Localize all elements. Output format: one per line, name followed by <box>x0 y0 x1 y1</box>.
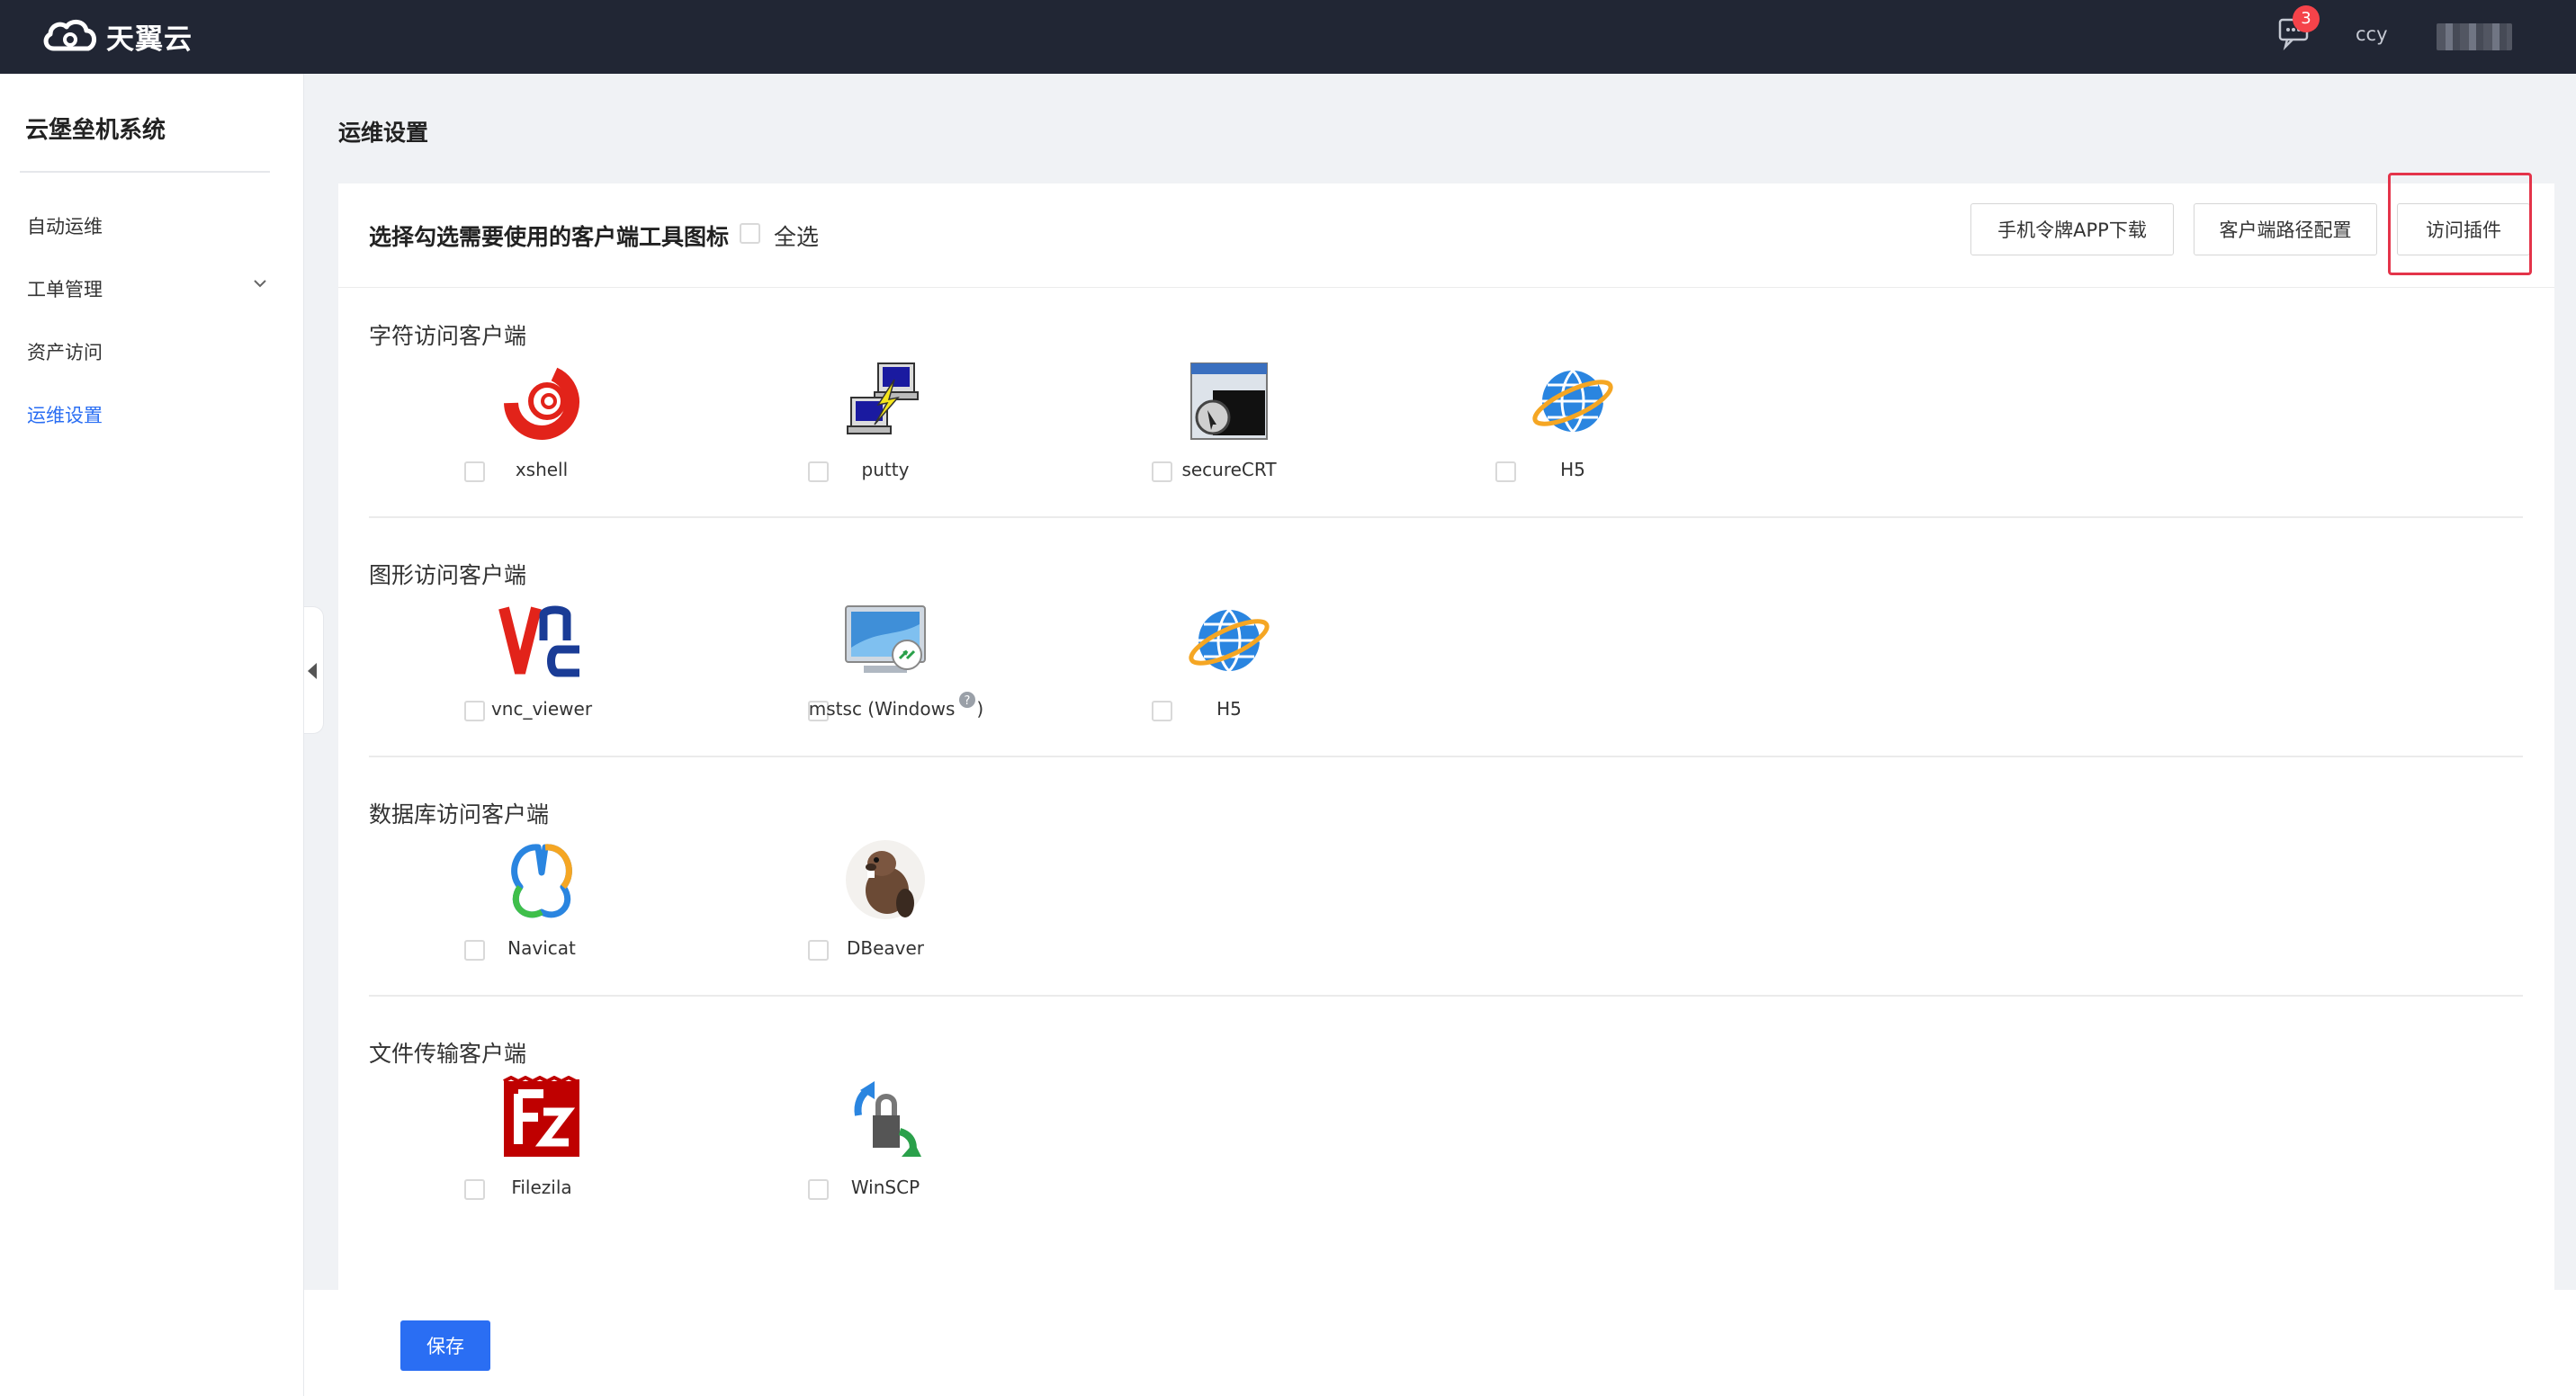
globe-icon <box>1189 608 1270 673</box>
globe-icon <box>1532 369 1613 434</box>
winscp-icon <box>854 1081 921 1158</box>
dbeaver-icon <box>846 840 925 919</box>
username[interactable]: ccy <box>2356 23 2388 45</box>
sidebar-item-ticket-mgmt[interactable]: 工单管理 <box>27 275 103 302</box>
help-icon[interactable]: ? <box>958 691 976 709</box>
client-path-config-button[interactable]: 客户端路径配置 <box>2194 203 2377 255</box>
section-title-char: 字符访问客户端 <box>369 323 527 349</box>
top-bar: 天翼云 3 ccy <box>0 0 2576 74</box>
section-divider <box>369 756 2523 757</box>
client-name-suffix: ) <box>976 698 984 720</box>
collapse-arrow-icon <box>308 663 317 679</box>
section-divider <box>369 516 2523 518</box>
card-header: 选择勾选需要使用的客户端工具图标 全选 手机令牌APP下载 客户端路径配置 访问… <box>338 183 2554 288</box>
svg-text:?: ? <box>965 694 971 708</box>
sidebar: 云堡垒机系统 自动运维 工单管理 资产访问 运维设置 <box>0 74 304 1396</box>
client-mstsc[interactable]: mstsc (Windows?) <box>777 597 993 732</box>
vnc-icon <box>498 605 579 677</box>
securecrt-icon <box>1190 362 1268 440</box>
client-name: Navicat <box>507 937 576 959</box>
client-filezilla[interactable]: Filezila <box>434 1076 650 1211</box>
putty-icon <box>847 362 919 434</box>
chevron-down-icon[interactable] <box>252 275 268 291</box>
mstsc-icon <box>845 605 926 673</box>
client-name: putty <box>861 459 910 480</box>
client-name: Filezila <box>511 1177 572 1198</box>
sidebar-item-ops-settings[interactable]: 运维设置 <box>27 401 103 428</box>
client-securecrt[interactable]: secureCRT <box>1121 358 1337 493</box>
save-button[interactable]: 保存 <box>400 1320 490 1371</box>
client-name: vnc_viewer <box>490 698 593 720</box>
settings-card: 选择勾选需要使用的客户端工具图标 全选 手机令牌APP下载 客户端路径配置 访问… <box>338 183 2554 1290</box>
client-h5-char[interactable]: H5 <box>1465 358 1681 493</box>
sidebar-divider <box>20 171 270 173</box>
client-vnc-viewer[interactable]: vnc_viewer <box>434 597 650 732</box>
highlight-box <box>2388 173 2532 275</box>
logo-text: 天翼云 <box>106 22 193 56</box>
client-winscp[interactable]: WinSCP <box>777 1076 993 1211</box>
section-title-file: 文件传输客户端 <box>369 1041 527 1067</box>
navicat-icon <box>511 844 572 918</box>
client-name: mstsc (Windows?) <box>777 692 993 720</box>
select-all-checkbox[interactable] <box>740 223 760 244</box>
app-download-button[interactable]: 手机令牌APP下载 <box>1970 203 2174 255</box>
filezilla-icon <box>503 1076 579 1157</box>
select-all-label[interactable]: 全选 <box>774 219 819 252</box>
logo[interactable]: 天翼云 <box>41 14 193 58</box>
instruction-label: 选择勾选需要使用的客户端工具图标 <box>369 224 730 250</box>
client-xshell[interactable]: xshell <box>434 358 650 493</box>
client-name: xshell <box>515 459 569 480</box>
client-name: DBeaver <box>846 937 925 959</box>
cloud-logo-icon <box>43 20 96 51</box>
client-navicat[interactable]: Navicat <box>434 837 650 971</box>
section-title-graphic: 图形访问客户端 <box>369 562 527 588</box>
client-dbeaver[interactable]: DBeaver <box>777 837 993 971</box>
blurred-account-info <box>2437 23 2512 50</box>
client-name: H5 <box>1560 459 1585 480</box>
client-name-text: mstsc (Windows <box>808 698 956 720</box>
client-name: secureCRT <box>1181 459 1277 480</box>
notification-badge: 3 <box>2293 5 2320 32</box>
client-h5-graphic[interactable]: H5 <box>1121 597 1337 732</box>
client-putty[interactable]: putty <box>777 358 993 493</box>
section-title-database: 数据库访问客户端 <box>369 801 550 828</box>
client-name: WinSCP <box>850 1177 920 1198</box>
xshell-icon <box>504 367 579 440</box>
sidebar-collapse-handle[interactable] <box>304 606 324 734</box>
section-divider <box>369 995 2523 997</box>
sidebar-item-auto-ops[interactable]: 自动运维 <box>27 212 103 239</box>
system-title: 云堡垒机系统 <box>25 117 166 144</box>
sidebar-item-asset-access[interactable]: 资产访问 <box>27 338 103 365</box>
page-title: 运维设置 <box>338 120 429 146</box>
client-name: H5 <box>1216 698 1242 720</box>
bottom-bar <box>304 1290 2576 1396</box>
